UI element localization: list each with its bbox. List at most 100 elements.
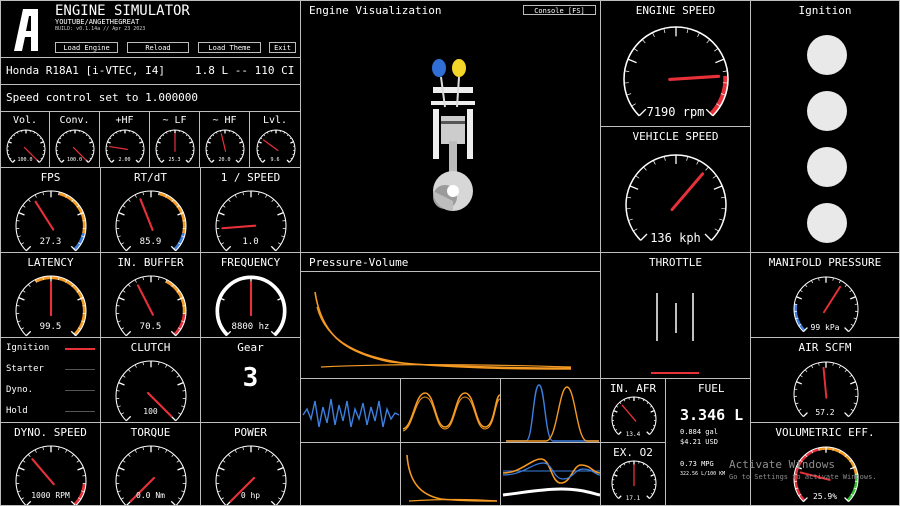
gauge-value: 100.0 (17, 157, 33, 163)
gauge-value: 70.5 (139, 322, 162, 332)
dyno-indicator[interactable] (65, 390, 95, 391)
load-engine-button[interactable]: Load Engine (55, 42, 118, 53)
gauge-tick (613, 409, 618, 413)
mixer-lf-panel: ~ LF 25.3 (149, 111, 200, 168)
gauge-tick (216, 131, 218, 134)
fuel-value: 3.346 L (680, 406, 744, 424)
gauge-tick (633, 48, 638, 52)
hold-indicator[interactable] (65, 411, 95, 412)
mixer-vol-panel: Vol. 100.0 (0, 111, 50, 168)
gauge-value: 2.00 (118, 157, 131, 163)
gauge-tick (720, 196, 726, 199)
gauge-tick (89, 141, 93, 144)
gauge-tick (40, 141, 44, 144)
gauge-tick (209, 137, 212, 140)
gauge-tick (76, 460, 80, 463)
gauge-needle (139, 198, 154, 231)
gauge-tick (646, 466, 649, 469)
gauge-tick (239, 141, 243, 144)
gauge-tick (706, 39, 711, 44)
in-afr-panel: IN. AFR 13.4 (600, 378, 666, 443)
load-theme-button[interactable]: Load Theme (198, 42, 261, 53)
gauge-tick (277, 467, 284, 471)
gauge-needle (31, 458, 55, 486)
gauge-tick (112, 134, 115, 137)
gauge-value: 25.3 (168, 157, 181, 163)
cylinder-1-light (807, 35, 847, 75)
gauge-tick (844, 369, 848, 373)
gauge-tick (13, 134, 16, 137)
scope-valve-plot (506, 384, 599, 442)
gauge-value: 85.9 (139, 237, 162, 247)
gauge-tick (276, 205, 280, 208)
gauge-tick (222, 205, 226, 208)
gauge-needle (621, 404, 637, 422)
gauge-tick (713, 185, 723, 190)
ignition-indicator[interactable] (65, 348, 95, 350)
gear-panel: Gear 3 (200, 337, 301, 423)
app-title: ENGINE SIMULATOR (55, 3, 190, 19)
gauge-tick (82, 220, 86, 222)
gauge-tick (33, 131, 35, 134)
gauge-tick (722, 70, 728, 72)
gauge-tick (216, 220, 220, 222)
gauge-tick (177, 467, 184, 471)
gauge-tick (649, 469, 653, 472)
gauge-tick (36, 134, 39, 137)
in-buffer-panel: IN. BUFFER 70.5 (100, 252, 201, 338)
gauge-tick (122, 290, 126, 293)
gauge-tick (162, 134, 165, 137)
gauge-tick (28, 284, 31, 288)
reload-button[interactable]: Reload (127, 42, 189, 53)
fuel-gallons: 0.884 gal (680, 428, 718, 436)
gauge-tick (138, 137, 141, 140)
gauge-tick (844, 284, 848, 288)
gauge-tick (696, 160, 700, 165)
gauge-tick (853, 317, 857, 320)
gauge-tick (270, 500, 276, 505)
gauge-tick (258, 446, 260, 451)
gauge-tick (235, 134, 238, 137)
gauge-tick (832, 362, 834, 366)
gauge-tick (635, 175, 640, 179)
gauge-tick (271, 454, 274, 458)
gauge-tick (712, 175, 717, 179)
gauge-tick (627, 58, 637, 64)
gauge-tick (116, 131, 118, 134)
gauge-needle (34, 200, 55, 231)
gauge-tick (118, 212, 125, 216)
scope-cylinder-plot (402, 392, 500, 432)
app-logo-icon (14, 9, 38, 51)
gauge-tick (853, 402, 857, 405)
gauge-tick (22, 290, 26, 293)
gear-label: Gear (237, 341, 264, 354)
header-panel: ENGINE SIMULATOR YOUTUBE/ANGETHEGREAT BU… (0, 0, 301, 58)
gauge-tick (623, 399, 626, 402)
gauge-ring (611, 396, 657, 435)
gauge-tick (18, 212, 25, 216)
gauge-tick (642, 399, 645, 402)
gauge-tick (185, 134, 188, 137)
gauge-tick (799, 289, 803, 293)
gauge-tick (838, 365, 841, 369)
gauge-tick (714, 48, 719, 52)
gauge-value: 100.0 (66, 157, 83, 163)
gauge-tick (122, 205, 126, 208)
gauge-tick (290, 141, 294, 144)
exit-button[interactable]: Exit (269, 42, 296, 53)
ignition-title: Ignition (798, 4, 852, 17)
engine-displacement: 1.8 L -- 110 CI (195, 64, 295, 77)
gauge-tick (134, 449, 137, 453)
gauge-tick (128, 199, 131, 203)
console-button[interactable]: Console [FS] (523, 5, 596, 15)
gauge-tick (132, 131, 134, 134)
gauge-value: 136 kph (650, 231, 701, 245)
gauge-tick (258, 141, 262, 144)
gauge-tick (139, 141, 143, 144)
gauge-tick (170, 500, 176, 505)
power-panel: POWER 0 hp (200, 422, 301, 506)
one-over-speed-panel: 1 / SPEED 1.0 (200, 167, 301, 253)
starter-indicator[interactable] (65, 369, 95, 370)
gauge-tick (34, 194, 37, 198)
gauge-tick (796, 381, 803, 385)
